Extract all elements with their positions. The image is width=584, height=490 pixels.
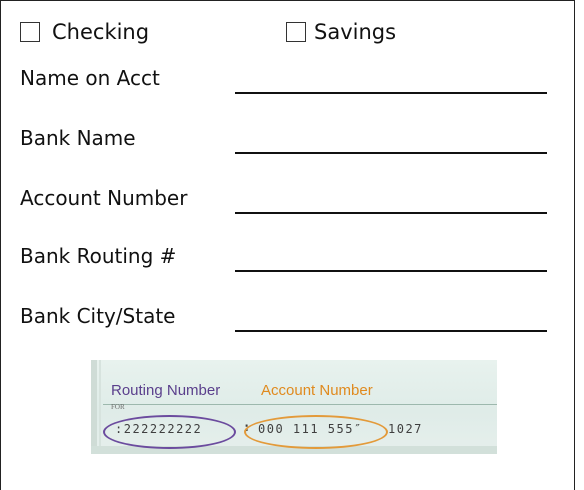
memo-for-label: FOR: [111, 403, 125, 411]
bank-name-label: Bank Name: [20, 126, 136, 150]
account-number-caption: Account Number: [261, 382, 373, 399]
micr-check-number: 1027: [388, 422, 423, 436]
checking-option[interactable]: Checking: [20, 18, 149, 46]
bank-city-state-row: Bank City/State: [20, 300, 550, 332]
check-edge: [91, 360, 97, 454]
name-on-account-row: Name on Acct: [20, 62, 550, 94]
bank-city-state-label: Bank City/State: [20, 304, 176, 328]
routing-highlight-oval: [103, 415, 236, 449]
checking-label: Checking: [52, 20, 150, 44]
memo-line: [103, 404, 497, 405]
account-number-row: Account Number: [20, 182, 550, 214]
check-example-image: Routing Number Account Number FOR :22222…: [91, 360, 497, 454]
account-highlight-oval: [244, 415, 388, 449]
check-edge-inner: [99, 360, 101, 454]
name-on-account-field[interactable]: [235, 70, 547, 94]
savings-checkbox[interactable]: [286, 22, 306, 42]
bank-routing-field[interactable]: [235, 248, 547, 272]
bank-name-field[interactable]: [235, 130, 547, 154]
bank-city-state-field[interactable]: [235, 308, 547, 332]
account-number-label: Account Number: [20, 186, 188, 210]
bank-name-row: Bank Name: [20, 122, 550, 154]
account-number-field[interactable]: [235, 190, 547, 214]
savings-label: Savings: [314, 20, 397, 44]
savings-option[interactable]: Savings: [286, 18, 396, 46]
bank-routing-row: Bank Routing #: [20, 240, 550, 272]
bank-routing-label: Bank Routing #: [20, 244, 177, 268]
name-on-account-label: Name on Acct: [20, 66, 160, 90]
checking-checkbox[interactable]: [20, 22, 40, 42]
routing-number-caption: Routing Number: [111, 382, 221, 399]
